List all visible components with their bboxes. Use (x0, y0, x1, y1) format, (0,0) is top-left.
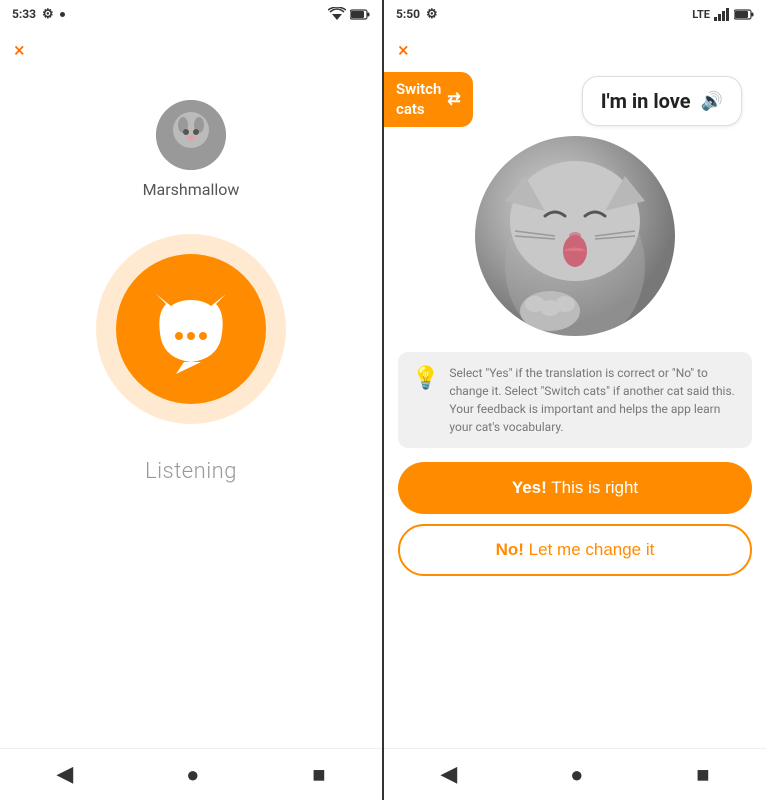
yes-button[interactable]: Yes! This is right (398, 462, 752, 514)
nav-back-right[interactable]: ◀ (440, 762, 457, 787)
listen-button-container (91, 229, 291, 429)
action-buttons: Yes! This is right No! Let me change it (398, 462, 752, 576)
nav-back-left[interactable]: ◀ (56, 762, 73, 787)
wifi-icon-left (328, 7, 346, 21)
close-button-right[interactable]: × (398, 38, 409, 62)
status-time-right: 5:50 (396, 7, 420, 21)
signal-icon-right (714, 8, 730, 21)
sound-icon[interactable]: 🔊 (701, 91, 723, 112)
switch-cats-button[interactable]: Switchcats ⇄ (384, 72, 473, 127)
nav-recent-left[interactable]: ■ (312, 762, 325, 788)
no-suffix: Let me change it (529, 540, 655, 559)
status-time-left: 5:33 (12, 7, 36, 21)
nav-home-left[interactable]: ● (186, 762, 199, 788)
nav-bar-right: ◀ ● ■ (384, 748, 766, 800)
cat-photo-left (156, 100, 226, 170)
gear-icon-right: ⚙ (426, 7, 438, 22)
switch-icon: ⇄ (447, 89, 460, 110)
no-prefix: No! (496, 540, 524, 559)
cat-avatar (156, 100, 226, 170)
info-text: Select "Yes" if the translation is corre… (449, 364, 738, 436)
battery-icon-right (734, 9, 754, 20)
yes-prefix: Yes! (512, 478, 547, 497)
battery-icon-left (350, 9, 370, 20)
right-content: × Switchcats ⇄ I'm in love 🔊 (384, 28, 766, 748)
nav-bar-left: ◀ ● ■ (0, 748, 382, 800)
cat-photo-right (475, 136, 675, 336)
gear-icon-left: ⚙ (42, 7, 54, 22)
nav-recent-right[interactable]: ■ (696, 762, 709, 788)
lte-label: LTE (692, 8, 710, 21)
yes-suffix: This is right (551, 478, 638, 497)
bulb-icon: 💡 (412, 366, 439, 391)
switch-cats-label: Switchcats (396, 80, 441, 119)
cat-name: Marshmallow (143, 180, 240, 199)
listening-label: Listening (145, 459, 237, 484)
nav-home-right[interactable]: ● (570, 762, 583, 788)
speech-bubble: I'm in love 🔊 (582, 76, 742, 126)
speech-text: I'm in love (601, 89, 691, 113)
listen-button[interactable] (116, 254, 266, 404)
cat-photo (475, 136, 675, 336)
no-button[interactable]: No! Let me change it (398, 524, 752, 576)
info-box: 💡 Select "Yes" if the translation is cor… (398, 352, 752, 448)
close-button-left[interactable]: × (14, 38, 25, 62)
cat-face-icon (146, 284, 236, 374)
dot-icon-left (60, 12, 65, 17)
